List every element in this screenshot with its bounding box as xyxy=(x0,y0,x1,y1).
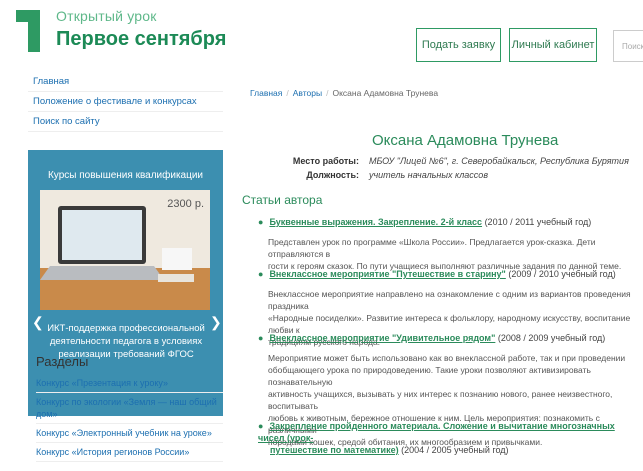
articles-heading: Статьи автора xyxy=(242,193,323,207)
bullet-icon: ● xyxy=(258,269,264,279)
list-item: ● Буквенные выражения. Закрепление. 2-й к… xyxy=(258,216,638,272)
personal-cabinet-button[interactable]: Личный кабинет xyxy=(509,28,597,62)
description-line: обобщающего урока по природоведению. Так… xyxy=(268,365,591,387)
article-year: (2008 / 2009 учебный год) xyxy=(497,333,606,343)
section-item[interactable]: Конкурс «Презентация к уроку» xyxy=(36,374,223,393)
article-link-continued[interactable]: путешествие по математике) xyxy=(270,445,399,455)
workplace-value: МБОУ "Лицей №6", г. Северобайкальск, Рес… xyxy=(369,156,629,166)
breadcrumb: Главная / Авторы / Оксана Адамовна Трунева xyxy=(250,88,438,98)
site-header: Открытый урок Первое сентября Подать зая… xyxy=(0,0,643,66)
article-year: (2004 / 2005 учебный год) xyxy=(401,445,509,455)
section-item[interactable]: Конкурс «История регионов России» xyxy=(36,443,223,462)
promo-title: Курсы повышения квалификации xyxy=(47,170,204,181)
sections-heading: Разделы xyxy=(36,354,89,369)
promo-price: 2300 р. xyxy=(167,198,204,210)
description-line: Представлен урок по программе «Школа Рос… xyxy=(268,237,596,259)
description-line: активность учащихся, вызывать у них инте… xyxy=(268,389,613,411)
article-year: (2010 / 2011 учебный год) xyxy=(484,217,592,227)
list-item: ● Закрепление пройденного материала. Слож… xyxy=(258,420,638,456)
breadcrumb-authors[interactable]: Авторы xyxy=(293,88,322,98)
description-line: Внеклассное мероприятие направлено на оз… xyxy=(268,289,631,311)
bullet-icon: ● xyxy=(258,421,264,431)
position-label: Должность: xyxy=(306,170,359,180)
article-link[interactable]: Внеклассное мероприятие "Путешествие в с… xyxy=(269,269,505,279)
workplace-row: Место работы: МБОУ "Лицей №6", г. Североб… xyxy=(274,156,629,166)
logo-subtitle: Открытый урок xyxy=(56,8,157,24)
promo-image: 2300 р. xyxy=(40,190,210,310)
left-sidebar: Главная Положение о фестивале и конкурса… xyxy=(28,72,223,471)
breadcrumb-separator: / xyxy=(326,88,329,98)
logo-title[interactable]: Первое сентября xyxy=(56,28,226,51)
article-link[interactable]: Закрепление пройденного материала. Сложе… xyxy=(258,421,615,443)
sections-list: Конкурс «Презентация к уроку» Конкурс по… xyxy=(36,374,223,462)
main-content: Главная / Авторы / Оксана Адамовна Трунева О… xyxy=(238,84,638,471)
breadcrumb-separator: / xyxy=(286,88,289,98)
article-year: (2009 / 2010 учебный год) xyxy=(508,269,616,279)
position-value: учитель начальных классов xyxy=(369,170,489,180)
description-line: Мероприятие может быть использовано как … xyxy=(268,353,626,363)
article-link[interactable]: Буквенные выражения. Закрепление. 2-й кл… xyxy=(269,217,482,227)
submit-request-button[interactable]: Подать заявку xyxy=(416,28,501,62)
breadcrumb-home[interactable]: Главная xyxy=(250,88,282,98)
bullet-icon: ● xyxy=(258,333,264,343)
sidebar-link-regulations[interactable]: Положение о фестивале и конкурсах xyxy=(28,92,223,112)
search-input[interactable]: Поиск xyxy=(613,30,643,62)
article-description: Представлен урок по программе «Школа Рос… xyxy=(258,236,638,272)
bullet-icon: ● xyxy=(258,217,264,227)
logo-icon[interactable] xyxy=(14,6,48,54)
sidebar-link-search[interactable]: Поиск по сайту xyxy=(28,112,223,132)
page-title: Оксана Адамовна Трунева xyxy=(372,132,559,149)
workplace-label: Место работы: xyxy=(292,156,359,166)
position-row: Должность: учитель начальных классов xyxy=(274,170,488,180)
section-item[interactable]: Конкурс по экологии «Земля — наш общий д… xyxy=(36,393,223,424)
breadcrumb-current: Оксана Адамовна Трунева xyxy=(332,88,439,98)
sidebar-link-home[interactable]: Главная xyxy=(28,72,223,92)
article-link[interactable]: Внеклассное мероприятие "Удивительное ря… xyxy=(269,333,495,343)
section-item[interactable]: Конкурс «Электронный учебник на уроке» xyxy=(36,424,223,443)
